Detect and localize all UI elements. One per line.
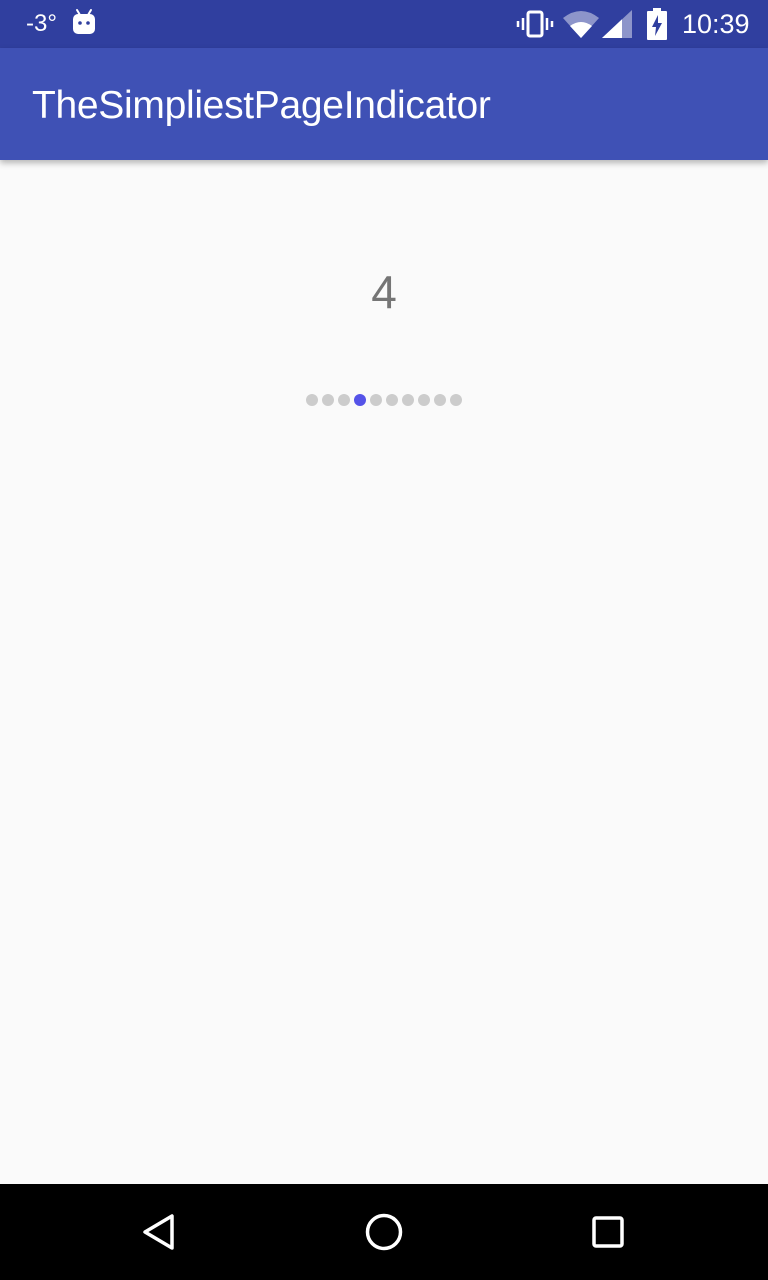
indicator-dot xyxy=(338,394,350,406)
indicator-dot xyxy=(434,394,446,406)
home-button[interactable] xyxy=(358,1206,410,1258)
page-indicator xyxy=(306,394,462,406)
status-bar: -3° 10:39 xyxy=(0,0,768,48)
indicator-dot xyxy=(322,394,334,406)
page-number: 4 xyxy=(371,266,397,318)
indicator-dot xyxy=(402,394,414,406)
navigation-bar xyxy=(0,1184,768,1280)
vibrate-icon xyxy=(516,10,554,38)
indicator-dot xyxy=(306,394,318,406)
recents-button[interactable] xyxy=(582,1206,634,1258)
indicator-dot xyxy=(370,394,382,406)
clock-text: 10:39 xyxy=(682,9,750,39)
temperature-text: -3° xyxy=(26,10,57,37)
home-icon xyxy=(365,1213,403,1251)
battery-charging-icon xyxy=(647,8,667,40)
indicator-dot xyxy=(386,394,398,406)
back-button[interactable] xyxy=(134,1206,186,1258)
android-icon xyxy=(73,9,95,34)
wifi-icon xyxy=(563,11,599,38)
indicator-dot xyxy=(418,394,430,406)
app-title: TheSimpliestPageIndicator xyxy=(32,84,491,127)
signal-icon xyxy=(602,10,632,38)
app-bar: TheSimpliestPageIndicator xyxy=(0,48,768,160)
indicator-dot xyxy=(450,394,462,406)
recents-icon xyxy=(592,1216,624,1248)
indicator-dot-active xyxy=(354,394,366,406)
back-icon xyxy=(143,1214,174,1250)
